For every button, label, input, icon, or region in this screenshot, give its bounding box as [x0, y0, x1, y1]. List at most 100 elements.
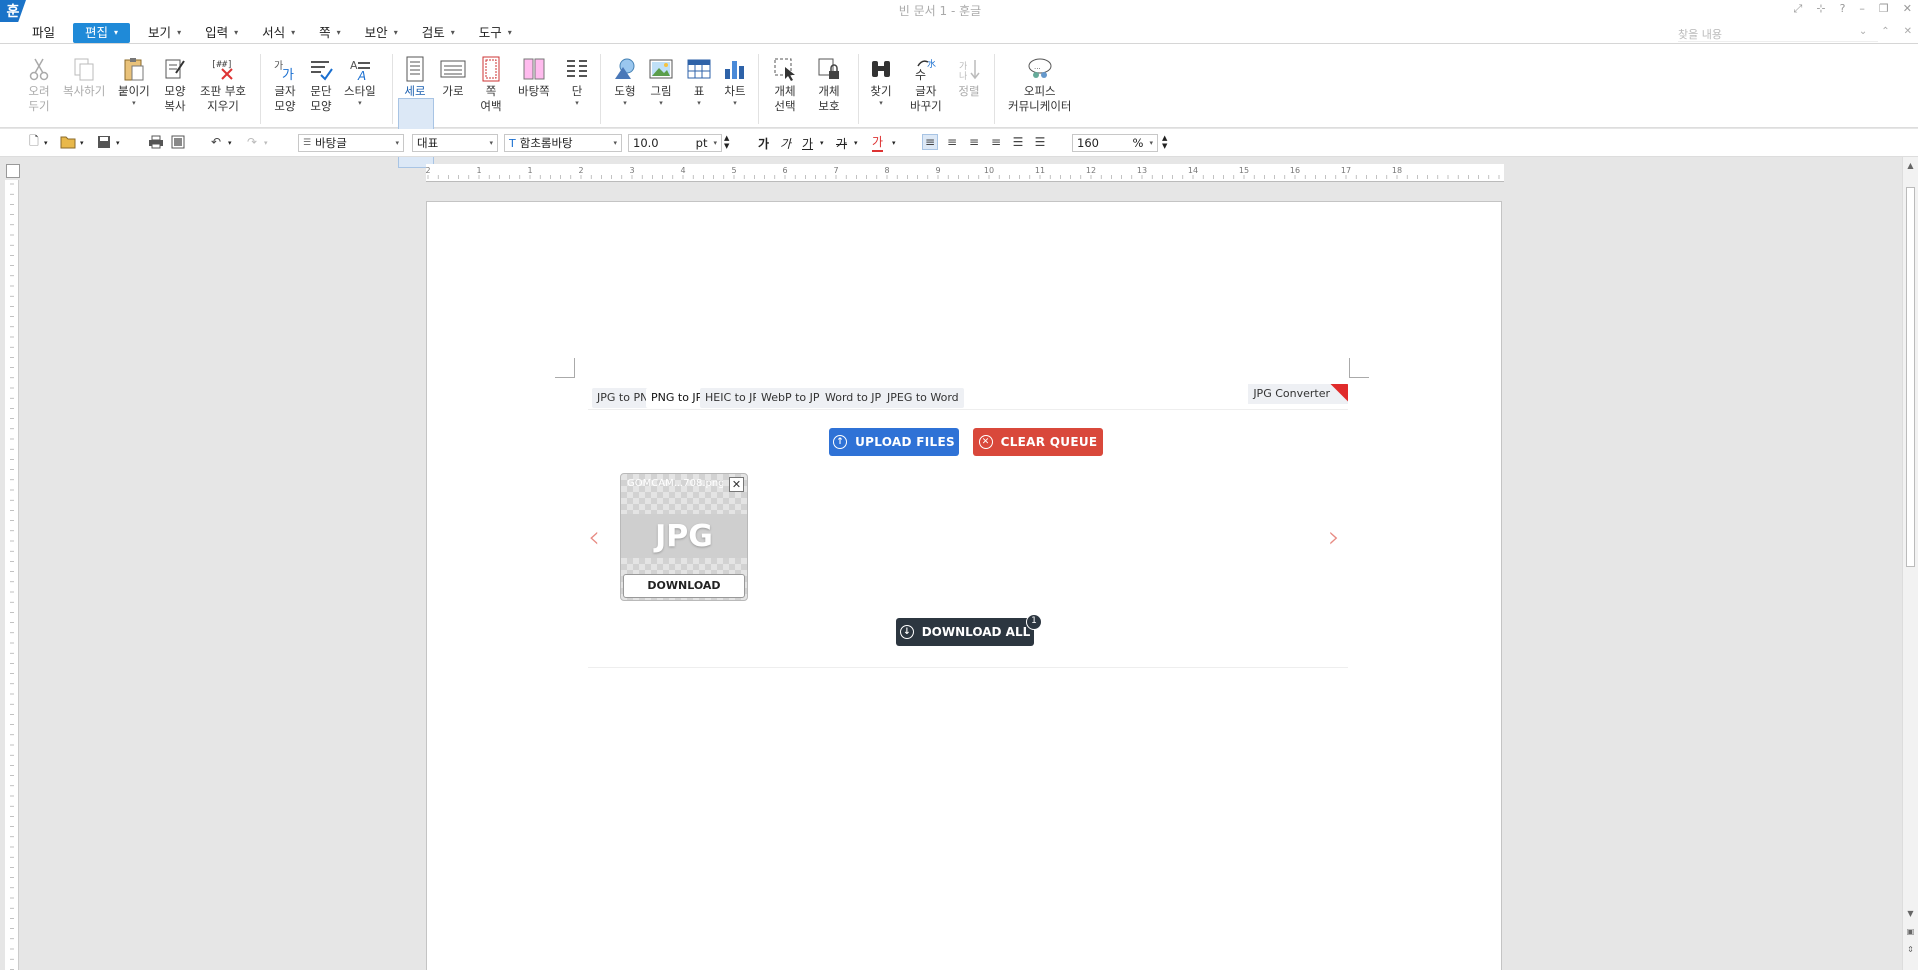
redo-icon[interactable]: ↷ — [244, 134, 260, 150]
upload-files-button[interactable]: ↑ UPLOAD FILES — [829, 428, 959, 456]
para-shape-button[interactable]: 문단 모양 — [308, 56, 334, 114]
paste-button[interactable]: 붙이기 ▾ — [118, 56, 150, 107]
zoom-combo[interactable]: 160 % ▾ — [1072, 134, 1158, 152]
replace-icon: 수水 — [913, 56, 939, 82]
embedded-converter-image[interactable]: JPG to PNG PNG to JPG HEIC to JPG WebP to J… — [588, 382, 1348, 668]
scrollbar-thumb[interactable] — [1906, 187, 1915, 567]
clear-queue-button[interactable]: ✕ CLEAR QUEUE — [973, 428, 1103, 456]
converter-tab-5[interactable]: JPEG to Word — [882, 388, 964, 408]
ruler-number: 4 — [680, 166, 685, 175]
chevron-up-icon[interactable]: ⌃ — [1881, 26, 1889, 37]
menu-item-5[interactable]: 쪽 ▾ — [307, 23, 353, 43]
ruler-number: 1 — [476, 166, 481, 175]
download-button[interactable]: DOWNLOAD — [623, 574, 745, 598]
scroll-down-icon[interactable]: ▼ — [1904, 907, 1917, 920]
binoculars-icon — [868, 56, 894, 82]
vertical-ruler-ticks — [10, 183, 14, 970]
shape-button[interactable]: 도형 ▾ — [612, 56, 638, 107]
strikethrough-button[interactable]: 가 — [836, 134, 847, 152]
object-protect-button[interactable]: 개체 보호 — [816, 56, 842, 114]
sort-button[interactable]: 가나 정렬 — [956, 56, 982, 99]
next-arrow-icon[interactable]: › — [1328, 520, 1340, 555]
find-input[interactable]: 찾을 내용 — [1678, 26, 1878, 42]
font-color-button[interactable]: 가 — [872, 134, 884, 152]
font-name-combo[interactable]: T 함초롬바탕 ▾ — [504, 134, 622, 152]
clear-marks-button[interactable]: [##] 조판 부호 지우기 — [200, 56, 246, 114]
page-margin-button[interactable]: 쪽 여백 — [478, 56, 504, 114]
ribbon-toolbar: 오려 두기 복사하기 붙이기 ▾ 모양 복사 [##] 조판 부호 지우기 가가 글자 모… — [0, 44, 1918, 168]
font-size-spinner[interactable]: ▲ ▼ — [724, 134, 729, 152]
align-justify-icon[interactable]: ≡ — [922, 134, 938, 150]
table-button[interactable]: 표 ▾ — [686, 56, 712, 107]
close-icon[interactable]: ✕ — [729, 477, 744, 492]
clear-marks-icon: [##] — [210, 56, 236, 82]
menu-item-2[interactable]: 보기 ▾ — [136, 23, 193, 43]
char-shape-button[interactable]: 가가 글자 모양 — [272, 56, 298, 114]
align-right-icon[interactable]: ≡ — [988, 134, 1004, 150]
prev-arrow-icon[interactable]: ‹ — [588, 520, 600, 555]
file-type-badge: JPG — [621, 514, 747, 558]
tab-jpg-converter[interactable]: JPG Converter — [1248, 384, 1348, 404]
vertical-scrollbar[interactable]: ▲ ▼ ▣ ⇕ — [1902, 157, 1918, 970]
chevron-down-icon: ▾ — [489, 139, 493, 147]
portrait-button[interactable]: 세로 — [402, 56, 428, 99]
chart-button[interactable]: 차트 ▾ — [722, 56, 748, 107]
download-all-button[interactable]: ↓ DOWNLOAD ALL — [896, 618, 1034, 646]
scroll-up-icon[interactable]: ▲ — [1904, 159, 1917, 172]
align-left-icon[interactable]: ≡ — [944, 134, 960, 150]
copy-button[interactable]: 복사하기 — [63, 56, 105, 99]
bold-button[interactable]: 가 — [758, 134, 769, 152]
page-view-icon[interactable]: ▣ — [1904, 925, 1917, 938]
cut-button[interactable]: 오려 두기 — [26, 56, 52, 114]
ruler-number: 9 — [935, 166, 940, 175]
menu-item-8[interactable]: 도구 ▾ — [467, 23, 524, 43]
font-lang-combo[interactable]: 대표 ▾ — [412, 134, 498, 152]
font-size-combo[interactable]: 10.0 pt ▾ — [628, 134, 722, 152]
picture-button[interactable]: 그림 ▾ — [648, 56, 674, 107]
align-center-icon[interactable]: ≡ — [966, 134, 982, 150]
ruler-corner-button[interactable] — [6, 164, 20, 178]
open-folder-icon[interactable] — [60, 134, 76, 150]
office-communicator-button[interactable]: ... 오피스 커뮤니케이터 — [1008, 56, 1071, 114]
style-button[interactable]: AA 스타일 ▾ — [344, 56, 376, 107]
background-page-button[interactable]: 바탕쪽 — [518, 56, 550, 99]
close-icon[interactable]: ✕ — [1903, 2, 1912, 16]
close-doc-icon[interactable]: ✕ — [1904, 26, 1912, 37]
find-button[interactable]: 찾기 ▾ — [868, 56, 894, 107]
menu-item-7[interactable]: 검토 ▾ — [410, 23, 467, 43]
style-combo[interactable]: ☰ 바탕글 ▾ — [298, 134, 404, 152]
print-icon[interactable] — [148, 134, 164, 150]
align-split-icon[interactable]: ☰ — [1032, 134, 1048, 150]
columns-button[interactable]: 단 ▾ — [564, 56, 590, 107]
vertical-ruler[interactable] — [5, 180, 19, 970]
restore-icon[interactable]: ❐ — [1879, 2, 1889, 16]
ruler-number: 18 — [1392, 166, 1402, 175]
preview-icon[interactable] — [170, 134, 186, 150]
pin-icon[interactable]: ⊹ — [1816, 2, 1825, 16]
zoom-spinner[interactable]: ▲ ▼ — [1162, 134, 1167, 152]
chevron-down-icon: ▾ — [114, 28, 119, 37]
communicator-icon: ... — [1027, 56, 1053, 82]
new-doc-icon[interactable]: 🗋 — [26, 134, 42, 150]
save-icon[interactable] — [96, 134, 112, 150]
underline-button[interactable]: 가 — [802, 134, 813, 152]
menu-item-0[interactable]: 파일 — [20, 23, 67, 43]
undo-icon[interactable]: ↶ — [208, 134, 224, 150]
help-icon[interactable]: ? — [1840, 2, 1846, 16]
page-nav-icon[interactable]: ⇕ — [1904, 943, 1917, 956]
format-copy-button[interactable]: 모양 복사 — [162, 56, 188, 114]
file-card: GOMCAM...708.png ✕ JPG DOWNLOAD — [620, 473, 748, 601]
landscape-button[interactable]: 가로 — [440, 56, 466, 99]
italic-button[interactable]: 가 — [780, 134, 791, 152]
menu-item-6[interactable]: 보안 ▾ — [353, 23, 410, 43]
replace-button[interactable]: 수水 글자 바꾸기 — [910, 56, 942, 114]
object-select-button[interactable]: 개체 선택 — [772, 56, 798, 114]
minimize-icon[interactable]: – — [1859, 2, 1865, 16]
fullscreen-icon[interactable]: ⤢ — [1794, 2, 1803, 16]
menu-item-3[interactable]: 입력 ▾ — [193, 23, 250, 43]
align-distribute-icon[interactable]: ☰ — [1010, 134, 1026, 150]
horizontal-ruler[interactable]: 2 1 1 2 3 4 5 6 7 8 9 10 11 12 13 14 15 16 17 18 — [425, 164, 1504, 182]
chevron-down-icon[interactable]: ⌄ — [1859, 26, 1867, 37]
menu-item-1[interactable]: 편집 ▾ — [73, 23, 131, 43]
menu-item-4[interactable]: 서식 ▾ — [250, 23, 307, 43]
